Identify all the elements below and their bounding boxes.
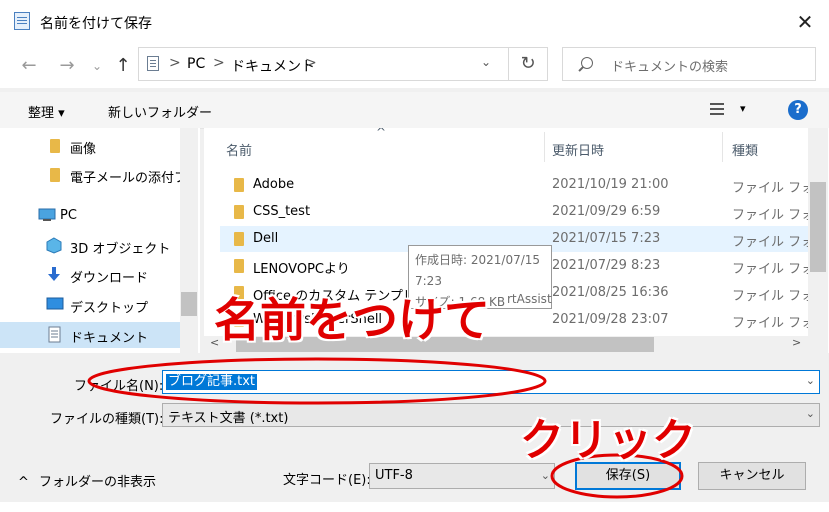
filename-highlight-ellipse bbox=[87, 357, 547, 405]
annotation-name-hint: 名前をつけて bbox=[214, 293, 490, 347]
background-strip bbox=[0, 502, 829, 512]
annotation-overlay bbox=[87, 357, 684, 499]
annotation-click-hint: クリック bbox=[520, 415, 696, 466]
save-as-dialog: 名前を付けて保存 ✕ ← → ⌄ ↑ > PC > ドキュメント > ⌄ ↻ ド… bbox=[0, 0, 829, 512]
